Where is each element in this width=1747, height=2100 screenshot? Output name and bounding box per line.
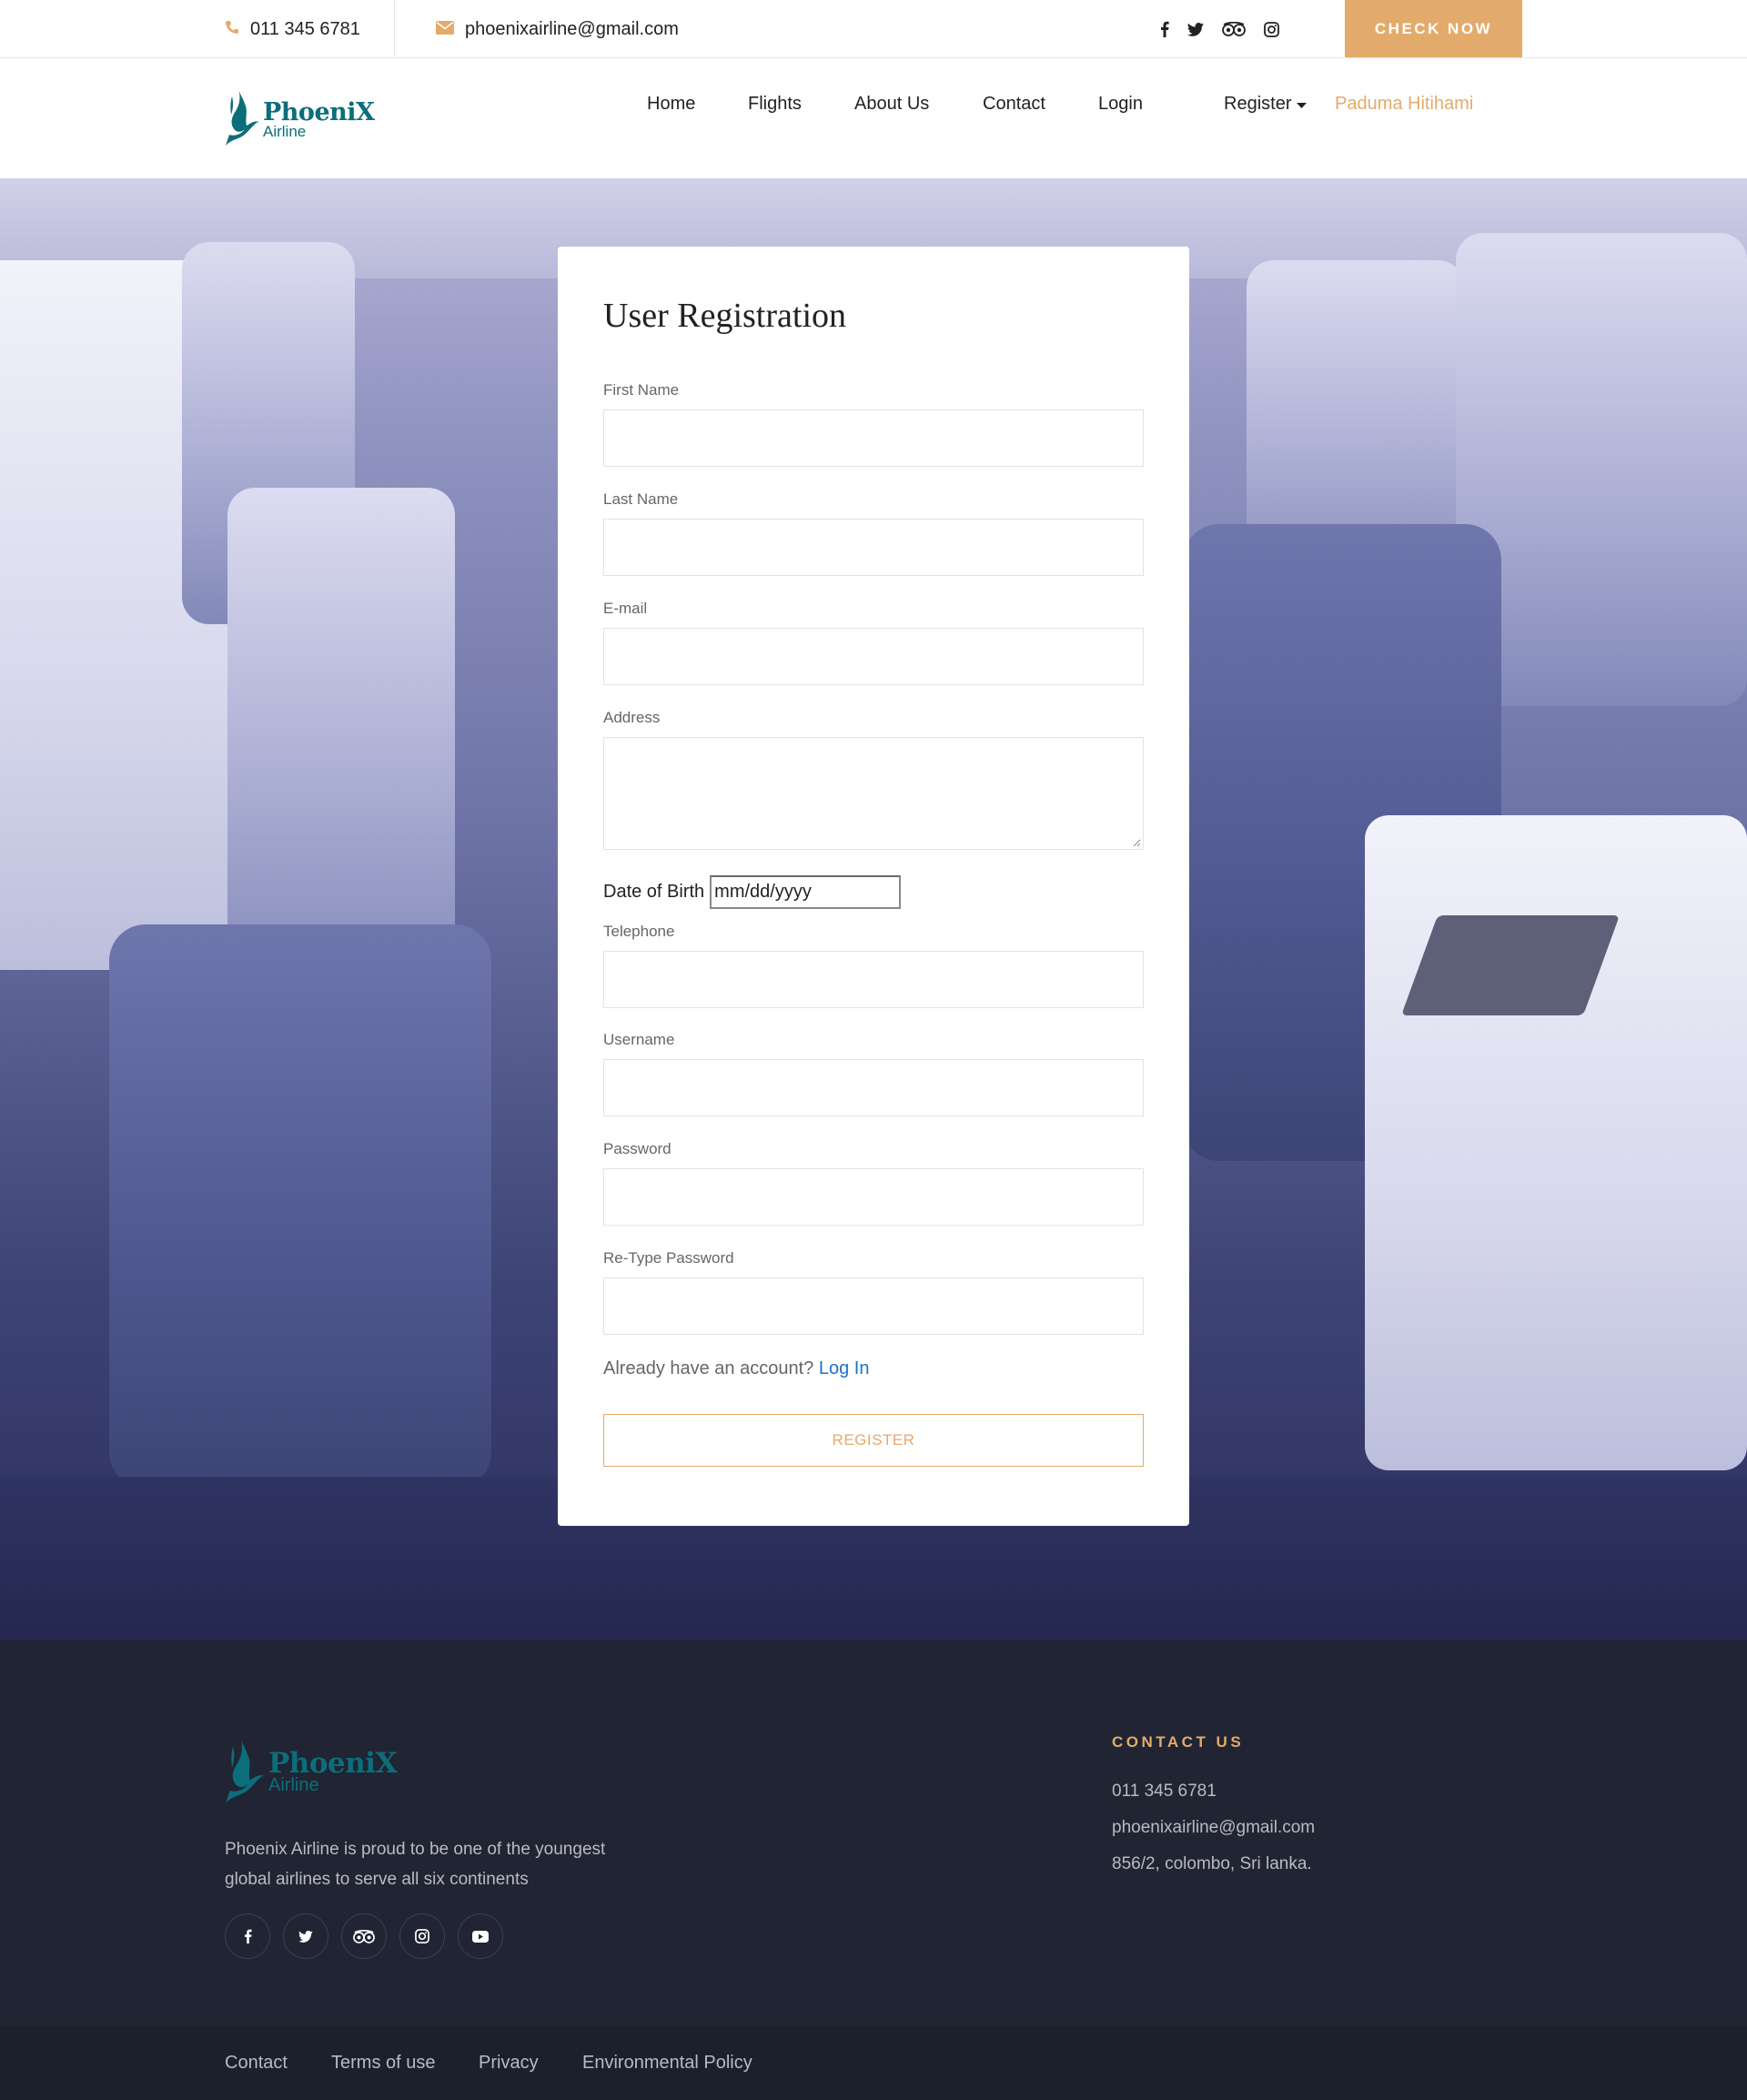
email-label: E-mail <box>603 600 648 617</box>
already-account-text: Already have an account? Log In <box>603 1358 869 1379</box>
last-name-label: Last Name <box>603 490 679 508</box>
retype-password-field[interactable] <box>603 1277 1144 1335</box>
last-name-input[interactable] <box>604 520 1143 575</box>
twitter-icon[interactable] <box>1187 22 1204 36</box>
footer-link-contact[interactable]: Contact <box>225 2026 288 2100</box>
nav-home[interactable]: Home <box>647 58 695 149</box>
login-link[interactable]: Log In <box>819 1358 870 1378</box>
caret-down-icon <box>1297 94 1308 115</box>
footer-about-text: Phoenix Airline is proud to be one of th… <box>225 1840 606 1889</box>
form-title: User Registration <box>603 297 847 335</box>
facebook-icon[interactable] <box>1160 21 1169 37</box>
topbar-phone[interactable]: 011 345 6781 <box>225 0 360 58</box>
address-field[interactable] <box>603 737 1144 850</box>
phoenix-logo-icon <box>226 87 259 146</box>
youtube-icon <box>472 1930 489 1943</box>
logo-subtitle: Airline <box>263 123 307 140</box>
footer-contact-title: CONTACT US <box>1112 1733 1245 1751</box>
footer-link-privacy[interactable]: Privacy <box>479 2026 539 2100</box>
password-label: Password <box>603 1140 672 1157</box>
site-logo[interactable]: PhoeniX Airline <box>225 86 375 149</box>
first-name-label: First Name <box>603 381 680 399</box>
footer-contact-address: 856/2, colombo, Sri lanka. <box>1112 1854 1312 1873</box>
already-account-label: Already have an account? <box>603 1358 814 1378</box>
username-input[interactable] <box>604 1060 1143 1116</box>
first-name-field[interactable] <box>603 409 1144 467</box>
address-textarea[interactable] <box>604 738 1143 849</box>
logo-title: PhoeniX <box>263 98 375 126</box>
facebook-icon <box>244 1929 252 1944</box>
dob-input[interactable]: mm/dd/yyyy <box>710 875 902 909</box>
footer-logo-title: PhoeniX <box>268 1747 398 1780</box>
hero-background: User Registration First Name Last Name E… <box>0 178 1747 1641</box>
footer-facebook-button[interactable] <box>225 1913 270 1959</box>
telephone-input[interactable] <box>604 952 1143 1007</box>
twitter-icon <box>298 1930 313 1943</box>
password-input[interactable] <box>604 1169 1143 1225</box>
tripadvisor-icon <box>353 1929 375 1944</box>
nav-about-us[interactable]: About Us <box>854 58 929 149</box>
topbar-email-text: phoenixairline@gmail.com <box>465 18 679 39</box>
main-navbar: PhoeniX Airline Home Flights About Us Co… <box>0 58 1747 178</box>
username-field[interactable] <box>603 1059 1144 1116</box>
topbar-divider <box>394 0 395 58</box>
footer: PhoeniX Airline Phoenix Airline is proud… <box>0 1641 1747 2026</box>
footer-logo[interactable]: PhoeniX Airline <box>225 1731 398 1810</box>
phoenix-logo-icon <box>226 1736 265 1803</box>
phone-icon <box>225 19 239 40</box>
password-field[interactable] <box>603 1168 1144 1226</box>
first-name-input[interactable] <box>604 410 1143 466</box>
footer-instagram-button[interactable] <box>399 1913 445 1959</box>
retype-password-label: Re-Type Password <box>603 1249 734 1267</box>
retype-password-input[interactable] <box>604 1278 1143 1334</box>
telephone-field[interactable] <box>603 951 1144 1008</box>
register-button[interactable]: REGISTER <box>603 1414 1144 1467</box>
check-now-button[interactable]: CHECK NOW <box>1345 0 1522 57</box>
topbar-social <box>1160 0 1279 58</box>
footer-link-terms[interactable]: Terms of use <box>331 2026 435 2100</box>
top-bar: 011 345 6781 phoenixairline@gmail.com CH… <box>0 0 1747 58</box>
topbar-phone-text: 011 345 6781 <box>250 18 360 39</box>
footer-bottom-bar: Contact Terms of use Privacy Environment… <box>0 2026 1747 2100</box>
footer-contact-phone[interactable]: 011 345 6781 <box>1112 1782 1217 1802</box>
address-label: Address <box>603 709 661 726</box>
instagram-icon <box>415 1929 429 1944</box>
resize-grip-icon[interactable] <box>1132 838 1141 847</box>
nav-register-dropdown[interactable]: Register <box>1224 58 1308 149</box>
nav-user-name[interactable]: Paduma Hitihami <box>1335 58 1473 149</box>
instagram-icon[interactable] <box>1264 21 1279 37</box>
footer-twitter-button[interactable] <box>283 1913 328 1959</box>
nav-login[interactable]: Login <box>1098 58 1143 149</box>
dob-label: Date of Birth <box>603 882 705 902</box>
email-input[interactable] <box>604 629 1143 684</box>
footer-link-environmental-policy[interactable]: Environmental Policy <box>582 2026 752 2100</box>
dob-row: Date of Birth mm/dd/yyyy <box>603 875 902 909</box>
last-name-field[interactable] <box>603 519 1144 576</box>
tripadvisor-icon[interactable] <box>1222 22 1246 36</box>
footer-tripadvisor-button[interactable] <box>341 1913 387 1959</box>
nav-flights[interactable]: Flights <box>748 58 802 149</box>
envelope-icon <box>436 19 454 40</box>
email-field[interactable] <box>603 628 1144 685</box>
footer-social <box>225 1913 503 1959</box>
topbar-email[interactable]: phoenixairline@gmail.com <box>436 0 679 58</box>
footer-youtube-button[interactable] <box>458 1913 503 1959</box>
nav-register-label: Register <box>1224 93 1292 114</box>
footer-contact-email[interactable]: phoenixairline@gmail.com <box>1112 1818 1315 1838</box>
username-label: Username <box>603 1031 675 1048</box>
registration-card: User Registration First Name Last Name E… <box>558 247 1189 1526</box>
nav-contact[interactable]: Contact <box>983 58 1045 149</box>
telephone-label: Telephone <box>603 923 675 940</box>
